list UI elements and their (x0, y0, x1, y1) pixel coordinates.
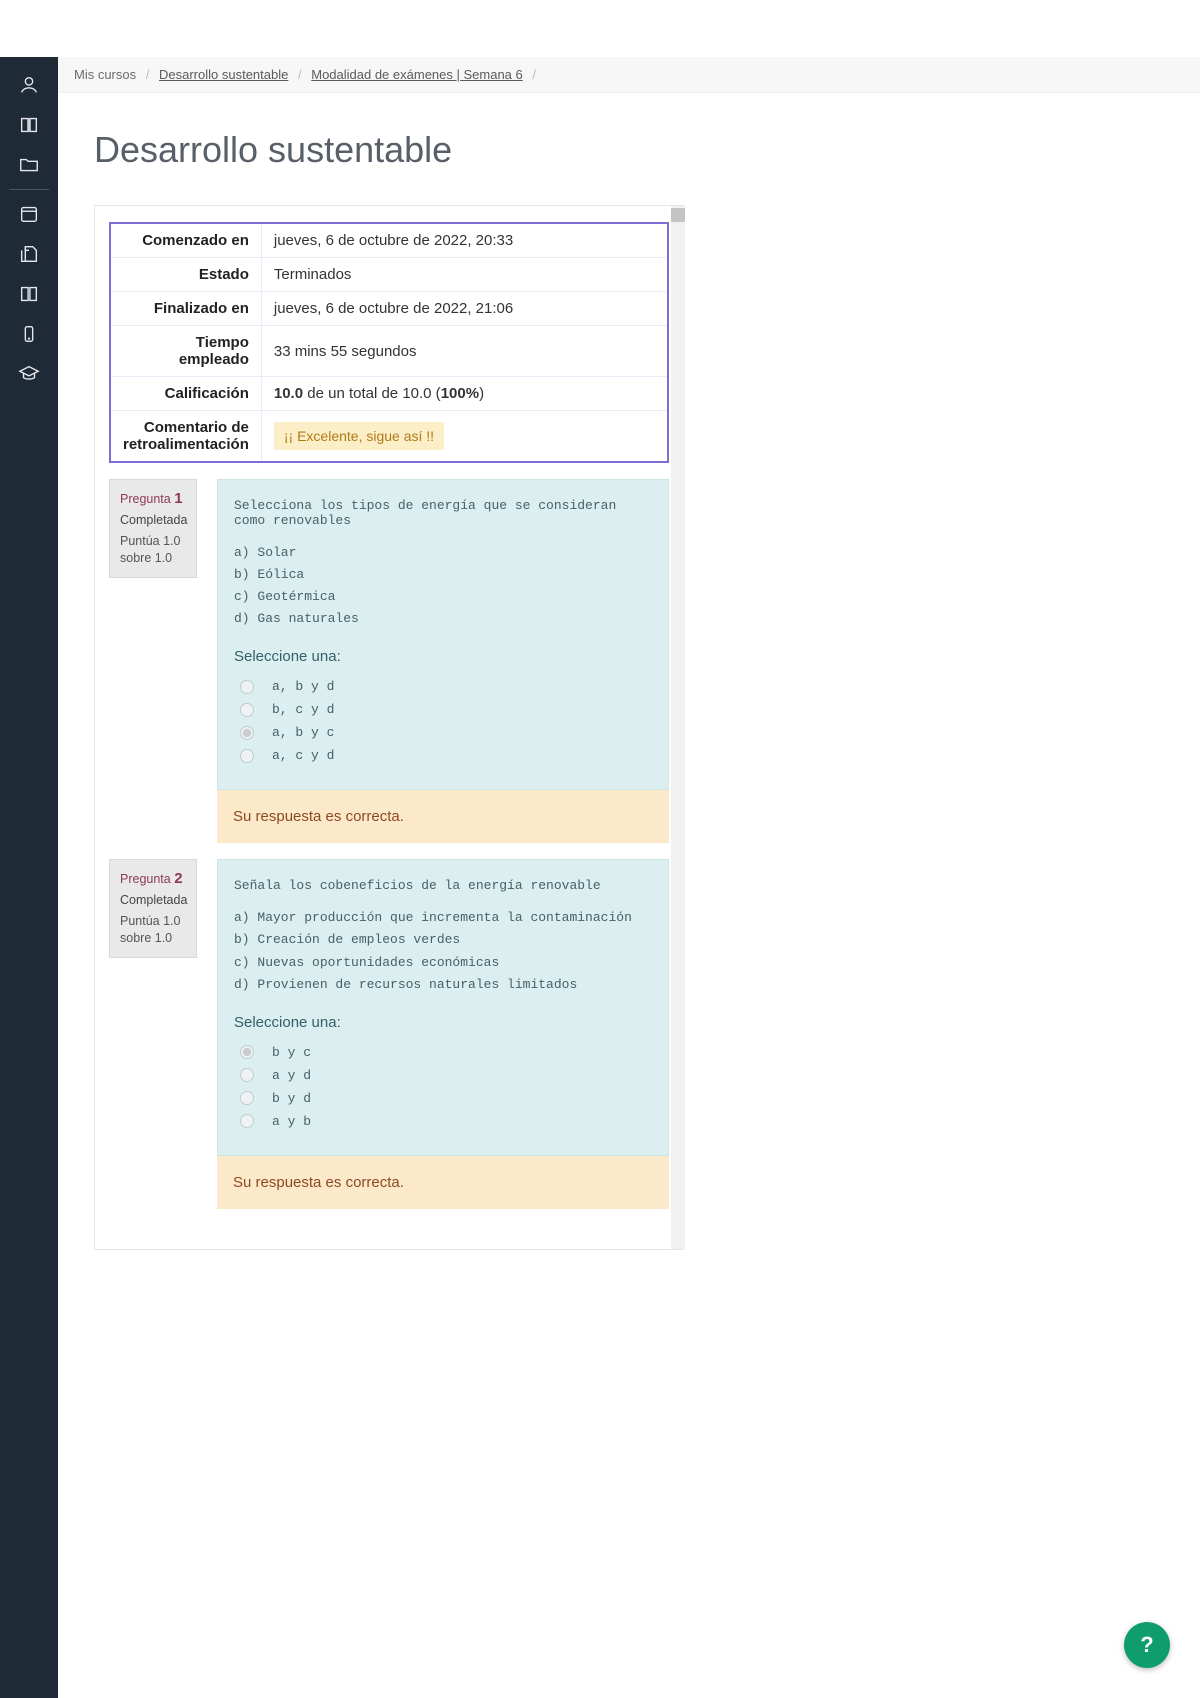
summary-feedback: ¡¡ Excelente, sigue así !! (261, 411, 668, 463)
calendar-icon[interactable] (0, 194, 58, 234)
question-label: Pregunta (120, 492, 174, 506)
question-items: a) Solarb) Eólicac) Geotérmicad) Gas nat… (234, 542, 652, 630)
question-number: 2 (174, 870, 182, 887)
answer-feedback: Su respuesta es correcta. (217, 1156, 669, 1209)
answer-text: b y d (272, 1091, 311, 1106)
answer-radio[interactable] (240, 703, 254, 717)
graduation-icon[interactable] (0, 354, 58, 394)
summary-grade: 10.0 de un total de 10.0 (100%) (261, 377, 668, 411)
page: Desarrollo sustentable Comenzado en juev… (58, 93, 758, 1286)
answer-option[interactable]: b, c y d (234, 698, 652, 721)
question-number: 1 (174, 490, 182, 507)
breadcrumb-root: Mis cursos (74, 67, 136, 82)
question-label: Pregunta (120, 872, 174, 886)
scroll-thumb[interactable] (671, 208, 685, 222)
page-title: Desarrollo sustentable (94, 129, 722, 171)
question-prompt: Señala los cobeneficios de la energía re… (234, 878, 652, 893)
answer-option[interactable]: b y c (234, 1041, 652, 1064)
answer-radio[interactable] (240, 1045, 254, 1059)
profile-icon[interactable] (0, 65, 58, 105)
courses-icon[interactable] (0, 274, 58, 314)
question-block: Pregunta 2 Completada Puntúa 1.0 sobre 1.0… (109, 859, 669, 1208)
answer-radio[interactable] (240, 1114, 254, 1128)
question-prompt: Selecciona los tipos de energía que se c… (234, 498, 652, 528)
sidebar (0, 57, 58, 1698)
breadcrumb: Mis cursos / Desarrollo sustentable / Mo… (58, 57, 1200, 93)
question-body: Selecciona los tipos de energía que se c… (217, 479, 669, 790)
summary-label: Tiempo empleado (110, 326, 261, 377)
answer-text: a y b (272, 1114, 311, 1129)
sidebar-divider (9, 189, 49, 190)
answer-option[interactable]: a, b y c (234, 721, 652, 744)
mobile-icon[interactable] (0, 314, 58, 354)
question-body: Señala los cobeneficios de la energía re… (217, 859, 669, 1155)
feedback-badge: ¡¡ Excelente, sigue así !! (274, 422, 444, 450)
answer-option[interactable]: a, c y d (234, 744, 652, 767)
question-items: a) Mayor producción que incrementa la co… (234, 907, 652, 995)
scroll-rail[interactable] (671, 206, 685, 1249)
question-points: Puntúa 1.0 sobre 1.0 (120, 533, 186, 567)
answer-radio[interactable] (240, 1068, 254, 1082)
select-one-label: Seleccione una: (234, 1014, 652, 1031)
summary-label: Estado (110, 258, 261, 292)
answer-text: a, b y d (272, 679, 334, 694)
question-state: Completada (120, 893, 186, 907)
answer-radio[interactable] (240, 749, 254, 763)
summary-label: Finalizado en (110, 292, 261, 326)
summary-value: jueves, 6 de octubre de 2022, 20:33 (261, 223, 668, 258)
top-gap (0, 0, 1200, 57)
content-frame: Comenzado en jueves, 6 de octubre de 202… (94, 205, 684, 1250)
answer-option[interactable]: a, b y d (234, 675, 652, 698)
answer-radio[interactable] (240, 680, 254, 694)
summary-value: Terminados (261, 258, 668, 292)
answer-text: a, b y c (272, 725, 334, 740)
summary-label: Calificación (110, 377, 261, 411)
files-icon[interactable] (0, 234, 58, 274)
summary-value: jueves, 6 de octubre de 2022, 21:06 (261, 292, 668, 326)
answer-text: b, c y d (272, 702, 334, 717)
question-block: Pregunta 1 Completada Puntúa 1.0 sobre 1.0… (109, 479, 669, 843)
breadcrumb-section[interactable]: Modalidad de exámenes | Semana 6 (311, 67, 523, 82)
answer-option[interactable]: b y d (234, 1087, 652, 1110)
select-one-label: Seleccione una: (234, 648, 652, 665)
answer-option[interactable]: a y b (234, 1110, 652, 1133)
answer-radio[interactable] (240, 1091, 254, 1105)
question-sidebar: Pregunta 1 Completada Puntúa 1.0 sobre 1.0 (109, 479, 197, 578)
answer-text: a y d (272, 1068, 311, 1083)
question-sidebar: Pregunta 2 Completada Puntúa 1.0 sobre 1.0 (109, 859, 197, 958)
answer-text: a, c y d (272, 748, 334, 763)
help-fab[interactable]: ? (1124, 1622, 1170, 1668)
answer-feedback: Su respuesta es correcta. (217, 790, 669, 843)
attempt-summary-table: Comenzado en jueves, 6 de octubre de 202… (109, 222, 669, 463)
summary-label: Comentario de retroalimentación (110, 411, 261, 463)
breadcrumb-course[interactable]: Desarrollo sustentable (159, 67, 288, 82)
question-points: Puntúa 1.0 sobre 1.0 (120, 913, 186, 947)
summary-label: Comenzado en (110, 223, 261, 258)
book-icon[interactable] (0, 105, 58, 145)
answer-text: b y c (272, 1045, 311, 1060)
answer-option[interactable]: a y d (234, 1064, 652, 1087)
summary-value: 33 mins 55 segundos (261, 326, 668, 377)
answer-radio[interactable] (240, 726, 254, 740)
folder-icon[interactable] (0, 145, 58, 185)
question-state: Completada (120, 513, 186, 527)
